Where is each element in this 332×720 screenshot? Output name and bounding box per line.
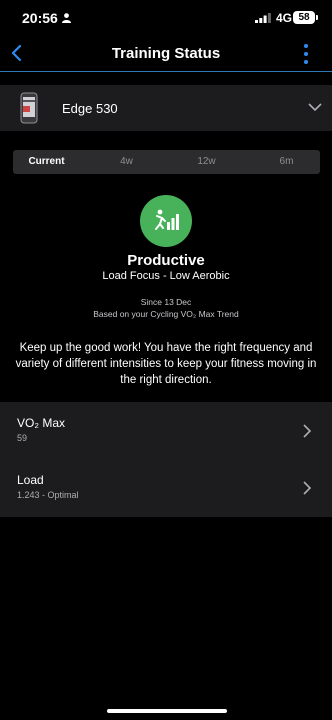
chevron-down-icon[interactable] xyxy=(308,103,322,112)
device-name: Edge 530 xyxy=(62,101,118,116)
chevron-right-icon xyxy=(303,481,312,495)
load-label: Load xyxy=(17,473,44,487)
chevron-right-icon xyxy=(303,424,312,438)
basis-text: Based on your Cycling VO₂ Max Trend xyxy=(93,309,239,319)
home-indicator[interactable] xyxy=(107,709,227,713)
productive-status-icon xyxy=(140,195,192,247)
cellular-signal-icon xyxy=(255,13,271,23)
battery-tip xyxy=(316,15,318,20)
since-date: Since 13 Dec xyxy=(140,297,192,307)
tab-4w[interactable]: 4w xyxy=(93,150,160,174)
tab-current[interactable]: Current xyxy=(13,150,80,174)
tab-12w[interactable]: 12w xyxy=(173,150,240,174)
person-icon xyxy=(62,13,71,23)
load-row[interactable]: Load 1.243 - Optimal xyxy=(0,459,332,517)
network-type: 4G xyxy=(276,11,293,25)
load-focus-text: Load Focus - Low Aerobic xyxy=(102,270,230,282)
vo2-max-row[interactable]: VO₂ Max 59 xyxy=(0,402,332,459)
bike-computer-icon xyxy=(20,92,38,124)
page-title: Training Status xyxy=(111,45,221,62)
vo2-max-label: VO₂ Max xyxy=(17,416,65,430)
navigation-bar: Training Status xyxy=(0,34,332,72)
tab-6m[interactable]: 6m xyxy=(253,150,320,174)
vo2-max-value: 59 xyxy=(17,433,28,443)
battery-level: 58 xyxy=(293,11,315,24)
clock: 20:56 xyxy=(22,10,58,26)
status-message: Keep up the good work! You have the righ… xyxy=(15,342,317,386)
more-options-icon[interactable] xyxy=(300,43,312,65)
training-status-title: Productive xyxy=(127,252,205,269)
load-value: 1.243 - Optimal xyxy=(17,490,79,500)
period-tabs: Current 4w 12w 6m xyxy=(13,150,320,174)
status-bar: 20:56 4G 58 xyxy=(0,0,332,34)
device-selector[interactable]: Edge 530 xyxy=(0,85,332,131)
